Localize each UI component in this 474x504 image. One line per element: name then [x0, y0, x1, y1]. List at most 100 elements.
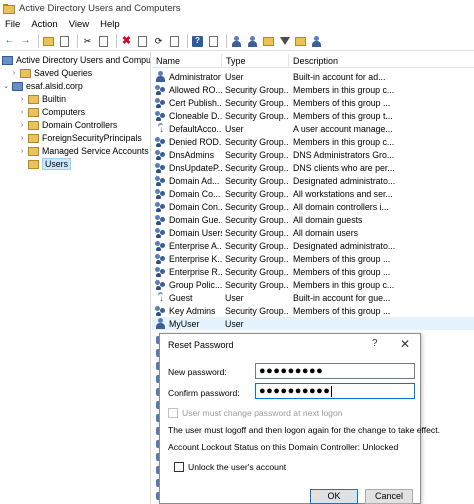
- item-name: Domain Gue...: [169, 214, 222, 225]
- list-item[interactable]: DnsUpdateP... Security Group... DNS client…: [152, 161, 474, 174]
- list-item[interactable]: Domain Gue... Security Group... All domain…: [152, 213, 474, 226]
- menu-help[interactable]: Help: [100, 19, 120, 30]
- item-name: DnsUpdateP...: [169, 162, 222, 173]
- folder-icon: [28, 159, 39, 169]
- ok-button[interactable]: OK: [310, 489, 358, 504]
- expand-icon[interactable]: ›: [18, 135, 26, 142]
- delete-icon[interactable]: ✖: [120, 35, 133, 48]
- list-item[interactable]: Cloneable D... Security Group... Members o…: [152, 109, 474, 122]
- confirm-password-label: Confirm password:: [168, 388, 240, 398]
- list-item[interactable]: MyUser User: [152, 317, 474, 330]
- list-item[interactable]: Denied ROD... Security Group... Members in…: [152, 135, 474, 148]
- filter-icon[interactable]: [278, 35, 291, 48]
- mmc-icon[interactable]: [207, 35, 220, 48]
- list-item[interactable]: Guest User Built-in account for gue...: [152, 291, 474, 304]
- expand-icon[interactable]: ›: [10, 70, 18, 77]
- collapse-icon[interactable]: ⌄: [2, 82, 10, 90]
- cell-name: Domain Users: [152, 227, 222, 238]
- back-arrow-icon[interactable]: ←: [3, 35, 16, 48]
- refresh-icon[interactable]: ⟳: [152, 35, 165, 48]
- group-icon: [155, 188, 166, 199]
- toolbar-separator: [226, 34, 227, 48]
- list-item[interactable]: Administrator User Built-in account for ad…: [152, 70, 474, 83]
- tree-item-builtin[interactable]: › Builtin: [18, 93, 66, 105]
- cell-name: Enterprise K...: [152, 253, 222, 264]
- close-icon[interactable]: ✕: [400, 337, 410, 351]
- find-icon[interactable]: [294, 35, 307, 48]
- list-item[interactable]: Key Admins Security Group... Members of th…: [152, 304, 474, 317]
- list-item[interactable]: Domain Ad... Security Group... Designated …: [152, 174, 474, 187]
- tree-item-saved-queries[interactable]: › Saved Queries: [10, 67, 92, 79]
- list-item[interactable]: Cert Publish... Security Group... Members …: [152, 96, 474, 109]
- new-ou-icon[interactable]: [262, 35, 275, 48]
- menu-action[interactable]: Action: [31, 19, 57, 30]
- list-item[interactable]: Enterprise A... Security Group... Designat…: [152, 239, 474, 252]
- cancel-button[interactable]: Cancel: [365, 489, 413, 504]
- tree-item-domain-controllers[interactable]: › Domain Controllers: [18, 119, 117, 131]
- group-icon: [155, 201, 166, 212]
- properties-icon[interactable]: [136, 35, 149, 48]
- help-button[interactable]: ?: [372, 338, 378, 349]
- list-item[interactable]: DnsAdmins Security Group... DNS Administra…: [152, 148, 474, 161]
- menu-view[interactable]: View: [69, 19, 89, 30]
- toolbar-separator: [38, 34, 39, 48]
- forward-arrow-icon[interactable]: →: [19, 35, 32, 48]
- list-item[interactable]: DefaultAcco...User A user account manage.…: [152, 122, 474, 135]
- group-icon: [155, 84, 166, 95]
- tree-item-managed-service-accounts[interactable]: › Managed Service Accounts: [18, 145, 149, 157]
- tree-item-domain[interactable]: ⌄ esaf.alsid.corp: [2, 80, 83, 92]
- new-password-field[interactable]: ●●●●●●●●●: [255, 363, 415, 379]
- list-item[interactable]: Enterprise R... Security Group... Members …: [152, 265, 474, 278]
- expand-icon[interactable]: ›: [18, 96, 26, 103]
- copy-icon[interactable]: [97, 35, 110, 48]
- folder-icon: [28, 94, 39, 104]
- unlock-account-checkbox[interactable]: [174, 462, 184, 472]
- group-icon: [155, 136, 166, 147]
- cell-name: Group Polic...: [152, 279, 222, 290]
- column-header-description[interactable]: Description: [289, 54, 474, 68]
- column-header-type[interactable]: Type: [222, 54, 289, 68]
- list-item[interactable]: Domain Users Security Group... All domain …: [152, 226, 474, 239]
- user-icon: [155, 318, 166, 329]
- up-folder-icon[interactable]: [42, 35, 55, 48]
- cell-type: Security Group...: [225, 305, 289, 316]
- export-list-icon[interactable]: [168, 35, 181, 48]
- expand-icon[interactable]: ›: [18, 109, 26, 116]
- cell-description: Built-in account for ad...: [293, 71, 386, 82]
- tree-item-computers[interactable]: › Computers: [18, 106, 85, 118]
- list-item[interactable]: Group Polic... Security Group... Members i…: [152, 278, 474, 291]
- unlock-account-option[interactable]: Unlock the user's account: [174, 462, 286, 472]
- tree-root[interactable]: Active Directory Users and Compute: [2, 54, 150, 66]
- expand-icon[interactable]: ›: [18, 148, 26, 155]
- folder-icon: [20, 68, 31, 78]
- list-item[interactable]: Enterprise K... Security Group... Members …: [152, 252, 474, 265]
- new-password-value: ●●●●●●●●●: [259, 365, 324, 377]
- tree-item-users[interactable]: Users: [18, 158, 71, 170]
- cell-name: Domain Gue...: [152, 214, 222, 225]
- logoff-note: The user must logoff and then logon agai…: [168, 425, 441, 435]
- new-user-icon[interactable]: [230, 35, 243, 48]
- list-item[interactable]: Allowed RO... Security Group... Members in…: [152, 83, 474, 96]
- cell-type: Security Group...: [225, 188, 289, 199]
- show-hide-tree-icon[interactable]: [58, 35, 71, 48]
- add-to-group-icon[interactable]: [310, 35, 323, 48]
- cut-icon[interactable]: ✂: [81, 35, 94, 48]
- cell-type: Security Group...: [225, 214, 289, 225]
- expand-icon[interactable]: ›: [18, 122, 26, 129]
- cell-name: Guest: [152, 292, 222, 303]
- tree-item-foreign-security-principals[interactable]: › ForeignSecurityPrincipals: [18, 132, 142, 144]
- menu-file[interactable]: File: [5, 19, 20, 30]
- list-item[interactable]: Domain Con... Security Group... All domain…: [152, 200, 474, 213]
- item-name: Cert Publish...: [169, 97, 222, 108]
- new-group-icon[interactable]: [246, 35, 259, 48]
- list-item[interactable]: Domain Co... Security Group... All worksta…: [152, 187, 474, 200]
- confirm-password-field[interactable]: ●●●●●●●●●●: [255, 383, 415, 399]
- item-name: Enterprise K...: [169, 253, 222, 264]
- group-icon: [155, 305, 166, 316]
- toolbar: ← → ✂ ✖ ⟳ ?: [0, 32, 474, 51]
- cell-name: Allowed RO...: [152, 84, 222, 95]
- item-name: Group Polic...: [169, 279, 222, 290]
- unlock-account-label[interactable]: Unlock the user's account: [188, 462, 286, 472]
- help-icon[interactable]: ?: [191, 35, 204, 48]
- column-header-name[interactable]: Name: [152, 54, 222, 68]
